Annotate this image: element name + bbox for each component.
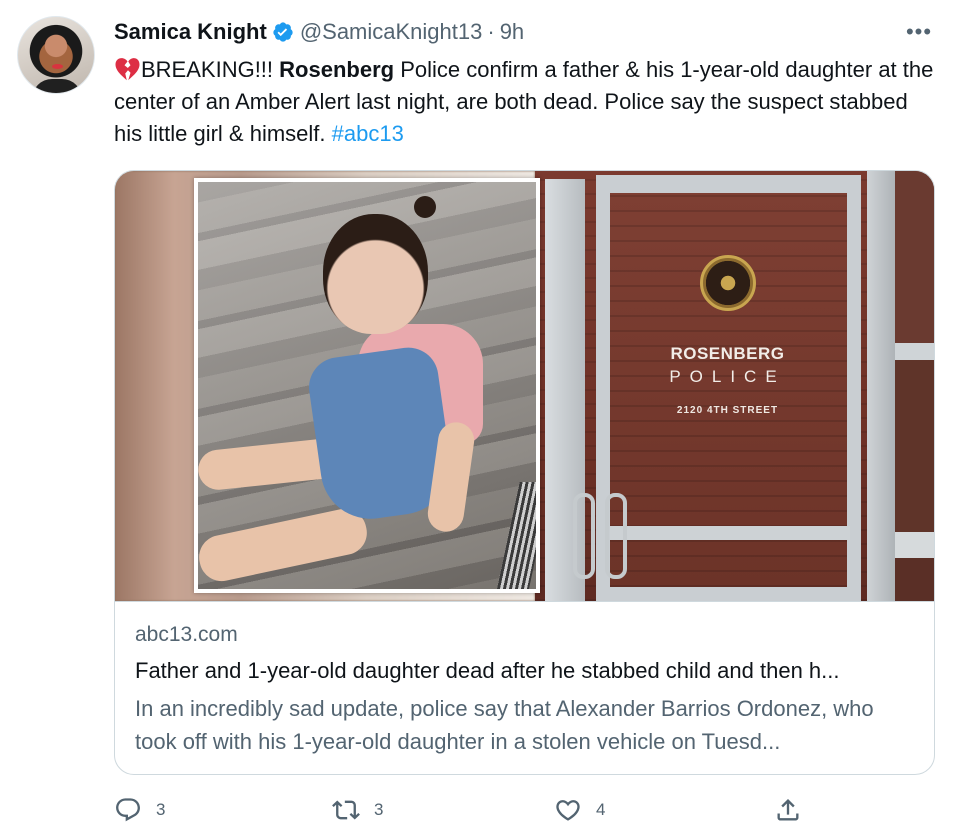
reply-button[interactable]: 3 xyxy=(114,792,165,828)
door-kick-bar xyxy=(610,526,850,540)
card-text-area[interactable]: abc13.com Father and 1-year-old daughter… xyxy=(115,601,934,774)
like-icon xyxy=(556,800,580,821)
tweet-text-bold: Rosenberg xyxy=(279,57,395,82)
sign-line-3: 2120 4TH STREET xyxy=(676,405,779,416)
retweet-icon xyxy=(332,800,360,820)
like-count: 4 xyxy=(596,800,606,819)
author-name[interactable]: Samica Knight xyxy=(114,19,267,45)
hashtag-link[interactable]: #abc13 xyxy=(332,121,404,146)
child-photo-inset xyxy=(194,178,540,593)
retweet-count: 3 xyxy=(374,800,384,819)
card-image[interactable]: ROSENBERG POLICE 2120 4TH STREET xyxy=(115,171,934,601)
card-title: Father and 1-year-old daughter dead afte… xyxy=(135,658,840,683)
door-handle xyxy=(605,493,627,579)
verified-badge-icon xyxy=(273,22,293,42)
like-button[interactable]: 4 xyxy=(554,792,605,828)
door-frame-right xyxy=(867,171,895,601)
tweet-timestamp[interactable]: 9h xyxy=(500,19,524,45)
avatar-lips xyxy=(52,64,63,69)
child-figure xyxy=(323,214,428,334)
tweet-text-part: BREAKING!!! xyxy=(141,57,280,82)
card-domain: abc13.com xyxy=(135,623,238,646)
more-icon[interactable]: ••• xyxy=(904,18,934,46)
action-bar: 3 3 4 xyxy=(114,792,814,828)
reply-icon xyxy=(116,798,140,822)
separator-dot: · xyxy=(487,19,495,44)
child-figure xyxy=(414,196,436,218)
link-card[interactable]: ROSENBERG POLICE 2120 4TH STREET abc13.c… xyxy=(114,170,935,775)
sign-line-2: POLICE xyxy=(669,367,786,386)
avatar[interactable] xyxy=(17,16,95,94)
retweet-button[interactable]: 3 xyxy=(332,792,383,828)
broken-heart-icon xyxy=(115,58,140,81)
reply-count: 3 xyxy=(156,800,166,819)
tweet-header: Samica Knight @SamicaKnight13 · 9h xyxy=(114,16,524,48)
avatar-shirt xyxy=(32,79,82,93)
card-description: In an incredibly sad update, police say … xyxy=(135,696,874,754)
door-handle xyxy=(573,493,595,579)
tweet-text: BREAKING!!! Rosenberg Police confirm a f… xyxy=(114,54,934,150)
side-window xyxy=(895,171,934,601)
sign-line-1: ROSENBERG xyxy=(670,344,785,363)
share-icon xyxy=(777,799,799,821)
author-handle[interactable]: @SamicaKnight13 xyxy=(300,19,483,45)
share-button[interactable] xyxy=(774,792,802,828)
police-seal xyxy=(700,255,756,311)
